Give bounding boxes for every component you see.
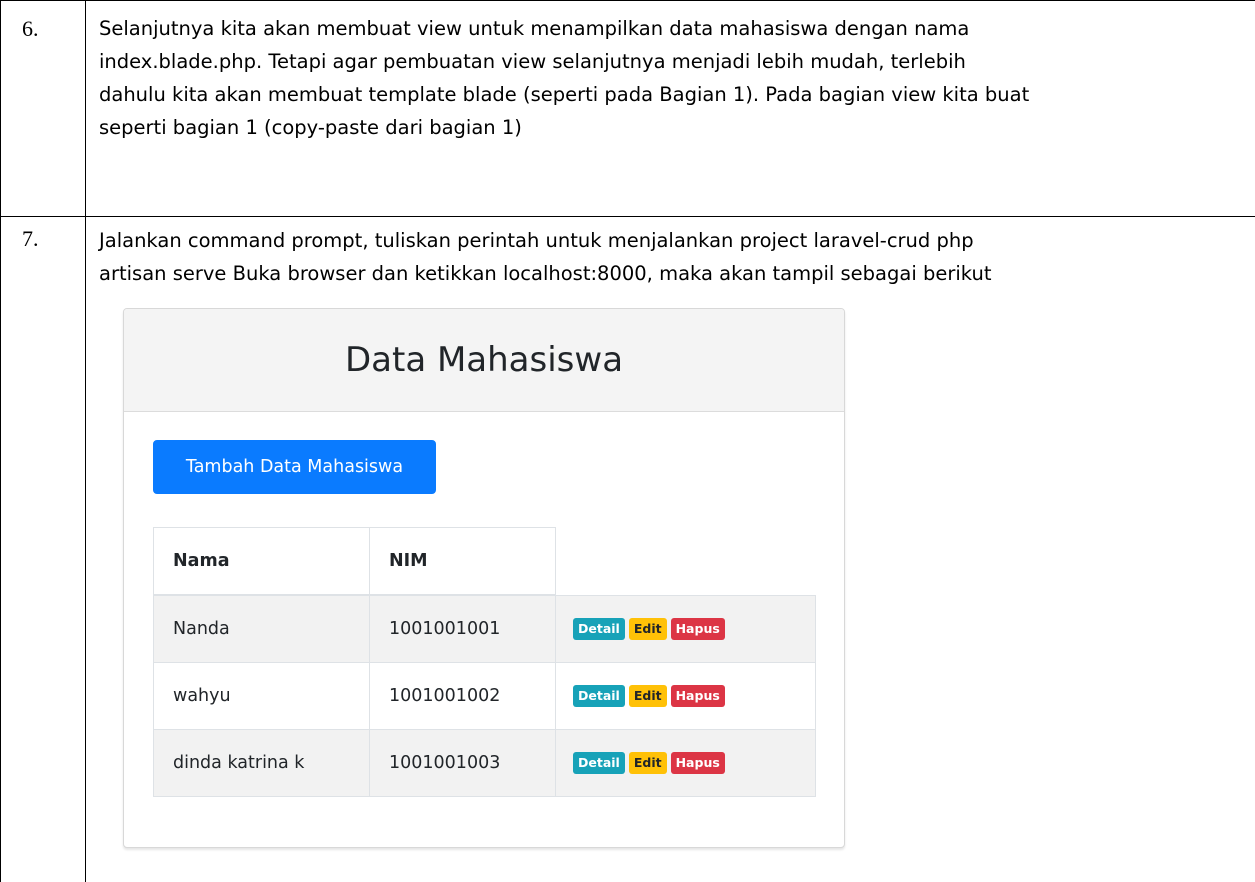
edit-button[interactable]: Edit (628, 618, 667, 640)
step-text-line: seperti bagian 1 (copy-paste dari bagian… (99, 116, 522, 139)
table-cell-actions: Detail Edit Hapus (555, 662, 816, 730)
edit-button[interactable]: Edit (628, 685, 667, 707)
step-text-line: Selanjutnya kita akan membuat view untuk… (99, 17, 970, 40)
step-text-line: artisan serve Buka browser dan ketikkan … (99, 262, 992, 285)
delete-button[interactable]: Hapus (670, 752, 725, 774)
delete-button[interactable]: Hapus (670, 618, 725, 640)
step-text: Jalankan command prompt, tuliskan perint… (99, 224, 1239, 290)
step-text-line: Jalankan command prompt, tuliskan perint… (99, 229, 974, 252)
detail-button[interactable]: Detail (573, 685, 625, 707)
row-divider (0, 216, 1255, 217)
table-cell-nama: dinda katrina k (153, 729, 370, 797)
table-cell-nama: Nanda (153, 595, 370, 663)
table-cell-nama: wahyu (153, 662, 370, 730)
edit-button[interactable]: Edit (628, 752, 667, 774)
table-cell-nim: 1001001001 (369, 595, 556, 663)
step-text-line: dahulu kita akan membuat template blade … (99, 83, 1030, 106)
add-student-button[interactable]: Tambah Data Mahasiswa (153, 440, 436, 494)
card-header: Data Mahasiswa (124, 309, 844, 412)
step-text-line: index.blade.php. Tetapi agar pembuatan v… (99, 50, 966, 73)
detail-button[interactable]: Detail (573, 618, 625, 640)
table-cell-nim: 1001001003 (369, 729, 556, 797)
detail-button[interactable]: Detail (573, 752, 625, 774)
step-text: Selanjutnya kita akan membuat view untuk… (99, 12, 1239, 144)
step-number: 6. (22, 16, 39, 41)
number-column-divider (85, 0, 86, 882)
table-cell-actions: Detail Edit Hapus (555, 729, 816, 797)
column-header-nama: Nama (153, 527, 370, 596)
step-number: 7. (22, 226, 39, 251)
table-left-border (0, 0, 1, 882)
table-cell-nim: 1001001002 (369, 662, 556, 730)
column-header-nim: NIM (369, 527, 556, 596)
table-top-border (0, 0, 1255, 1)
page-title: Data Mahasiswa (344, 340, 624, 380)
delete-button[interactable]: Hapus (670, 685, 725, 707)
app-screenshot-card: Data Mahasiswa Tambah Data Mahasiswa Nam… (123, 308, 845, 848)
table-cell-actions: Detail Edit Hapus (555, 595, 816, 663)
